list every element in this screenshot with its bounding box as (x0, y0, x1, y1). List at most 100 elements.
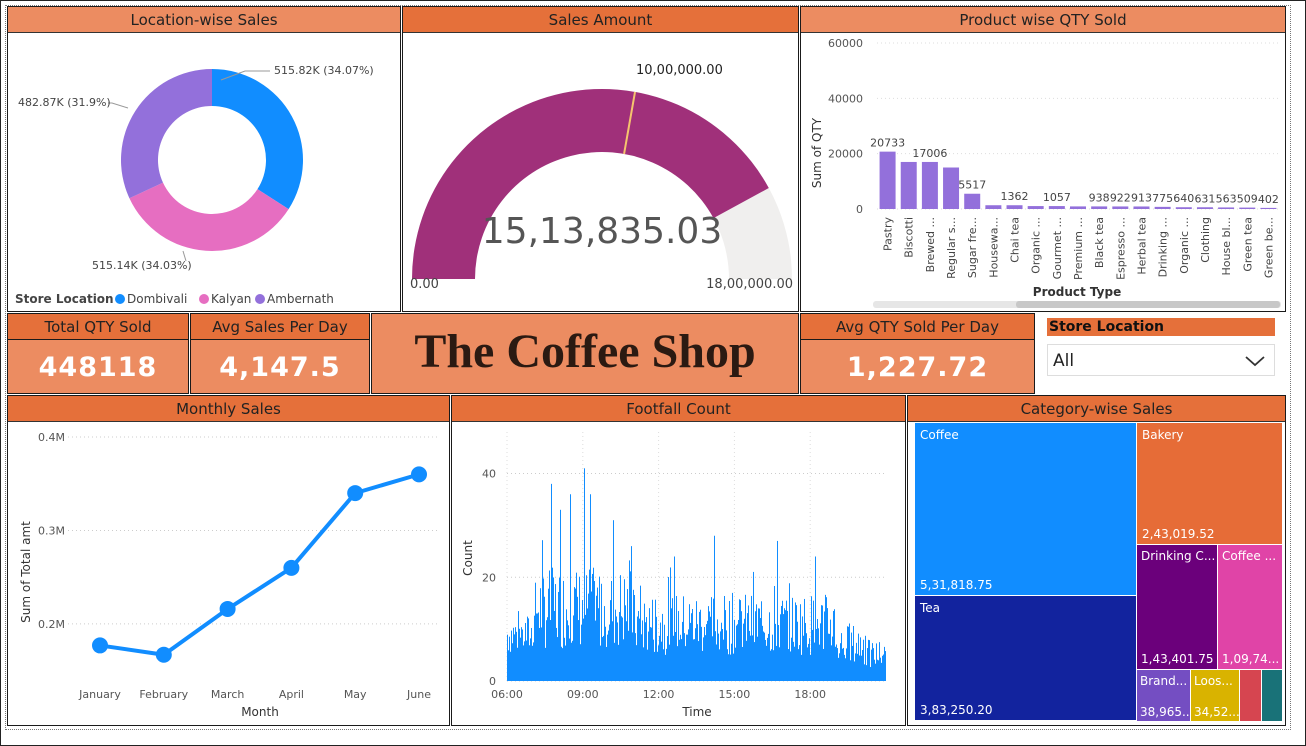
footfall-bar (637, 616, 638, 681)
footfall-bar (738, 619, 739, 681)
footfall-bar (790, 651, 791, 681)
footfall-bar (594, 581, 595, 681)
footfall-bar (679, 639, 680, 681)
footfall-bar (672, 598, 673, 681)
bar-4[interactable] (964, 193, 981, 209)
footfall-bar (766, 645, 767, 681)
footfall-bar (878, 660, 879, 681)
footfall-bar (835, 646, 836, 681)
location-sales-panel[interactable]: Location-wise Sales 515.82K (34.07%) 482… (7, 6, 401, 312)
bar-5[interactable] (985, 205, 1002, 209)
y-tick-label: 0.2M (38, 618, 65, 631)
bar-14[interactable] (1175, 207, 1192, 209)
treemap-tile-bakery[interactable]: Bakery 2,43,019.52 (1137, 423, 1282, 544)
footfall-bar (525, 622, 526, 681)
bar-15[interactable] (1196, 207, 1213, 209)
horizontal-scrollbar-thumb[interactable] (1016, 301, 1280, 308)
sales-amount-panel[interactable]: Sales Amount 10,00,000.00 15,13,835.03 0… (402, 6, 799, 312)
footfall-bar (533, 642, 534, 681)
footfall-bar (642, 620, 643, 681)
gauge-target-label: 10,00,000.00 (636, 63, 723, 78)
donut-slice-ambernath[interactable] (121, 69, 212, 199)
product-qty-panel[interactable]: Product wise QTY Sold 0 20000 40000 60000 2… (800, 6, 1286, 312)
footfall-bar (719, 649, 720, 681)
footfall-bar (883, 654, 884, 681)
bar-12[interactable] (1133, 206, 1150, 209)
footfall-bar (749, 630, 750, 681)
bar-data-label: 20733 (870, 137, 905, 150)
ambernath-data-label: 482.87K (31.9%) (18, 96, 111, 109)
legend-item-kalyan[interactable]: Kalyan (211, 292, 251, 306)
footfall-bar (885, 651, 886, 681)
footfall-bar (802, 616, 803, 681)
treemap-tile-coffee-beans[interactable]: Coffee ... 1,09,74... (1218, 545, 1282, 669)
footfall-bar (783, 614, 784, 681)
bar-data-label: 402 (1258, 193, 1279, 206)
bar-10[interactable] (1091, 206, 1108, 209)
footfall-bar (755, 611, 756, 681)
footfall-bar (634, 595, 635, 681)
bar-8[interactable] (1048, 206, 1065, 209)
monthly-sales-chart[interactable]: 0.2M 0.3M 0.4M January February March April Ma… (8, 422, 449, 725)
bar-3[interactable] (943, 167, 960, 210)
footfall-bar (662, 613, 663, 681)
footfall-bar (656, 616, 657, 681)
treemap-label: Drinking C... (1141, 549, 1216, 563)
bar-1[interactable] (900, 161, 917, 209)
bar-9[interactable] (1070, 206, 1086, 209)
bar-2[interactable] (921, 161, 938, 209)
line-point[interactable] (155, 646, 172, 663)
treemap-tile-drinking-chocolate[interactable]: Drinking C... 1,43,401.75 (1137, 545, 1217, 669)
footfall-bar (880, 657, 881, 681)
line-point[interactable] (219, 600, 236, 617)
y-tick-label: 60000 (828, 37, 863, 50)
footfall-bar (661, 641, 662, 681)
treemap-tile-loose-tea[interactable]: Loos... 34,52... (1191, 670, 1239, 721)
footfall-bar (561, 646, 562, 681)
footfall-bar (825, 594, 826, 681)
bar-13[interactable] (1154, 206, 1171, 209)
treemap-tile-branded[interactable]: Brand... 38,965... (1137, 670, 1190, 721)
location-donut-chart[interactable]: 515.82K (34.07%) 482.87K (31.9%) 515.14K… (8, 33, 400, 311)
treemap-tile-coffee[interactable]: Coffee 5,31,818.75 (915, 423, 1136, 595)
line-point[interactable] (411, 466, 427, 483)
slicer-dropdown[interactable]: All (1047, 344, 1275, 376)
bar-18[interactable] (1260, 207, 1277, 209)
legend-item-dombivali[interactable]: Dombivali (127, 292, 187, 306)
footfall-bar (698, 641, 699, 681)
bar-data-label: 509 (1237, 193, 1258, 206)
footfall-bar (582, 600, 583, 681)
product-qty-chart[interactable]: 0 20000 40000 60000 20733 Pastry Biscotti 1700… (801, 33, 1285, 311)
sales-amount-title: Sales Amount (403, 7, 798, 33)
footfall-bar (557, 637, 558, 681)
treemap-tile-small-1[interactable] (1240, 670, 1261, 721)
donut-slice-dombivali[interactable] (212, 69, 303, 210)
footfall-bar (805, 622, 806, 681)
category-sales-panel[interactable]: Category-wise Sales Coffee 5,31,818.75 Te… (907, 395, 1286, 726)
footfall-ylabel: Count (461, 540, 475, 576)
footfall-bar (603, 635, 604, 681)
footfall-bar (545, 647, 546, 681)
footfall-panel[interactable]: Footfall Count 0 20 40 06:00 09:00 12:00 15:00… (451, 395, 906, 726)
footfall-bar (810, 654, 811, 681)
bar-16[interactable] (1218, 207, 1235, 209)
line-point[interactable] (283, 559, 300, 576)
footfall-chart[interactable]: 0 20 40 06:00 09:00 12:00 15:00 18:00 Count Tim… (452, 422, 905, 725)
bar-0[interactable] (879, 151, 896, 209)
treemap-tile-small-2[interactable] (1262, 670, 1282, 721)
legend-item-ambernath[interactable]: Ambernath (267, 292, 334, 306)
footfall-bar (745, 594, 746, 681)
bar-7[interactable] (1027, 206, 1044, 209)
monthly-sales-panel[interactable]: Monthly Sales 0.2M 0.3M 0.4M January Februa… (7, 395, 450, 726)
bar-17[interactable] (1239, 207, 1256, 209)
sales-gauge[interactable]: 10,00,000.00 15,13,835.03 0.00 18,00,000… (403, 33, 798, 311)
line-point[interactable] (92, 637, 108, 654)
bar-11[interactable] (1112, 206, 1129, 209)
chevron-down-icon[interactable] (1244, 354, 1266, 368)
treemap-tile-tea[interactable]: Tea 3,83,250.20 (915, 596, 1136, 720)
footfall-bar (581, 624, 582, 681)
footfall-bar (834, 609, 835, 681)
bar-6[interactable] (1006, 205, 1023, 209)
category-treemap[interactable]: Coffee 5,31,818.75 Tea 3,83,250.20 Bakery 2… (915, 423, 1282, 721)
line-point[interactable] (347, 485, 364, 502)
